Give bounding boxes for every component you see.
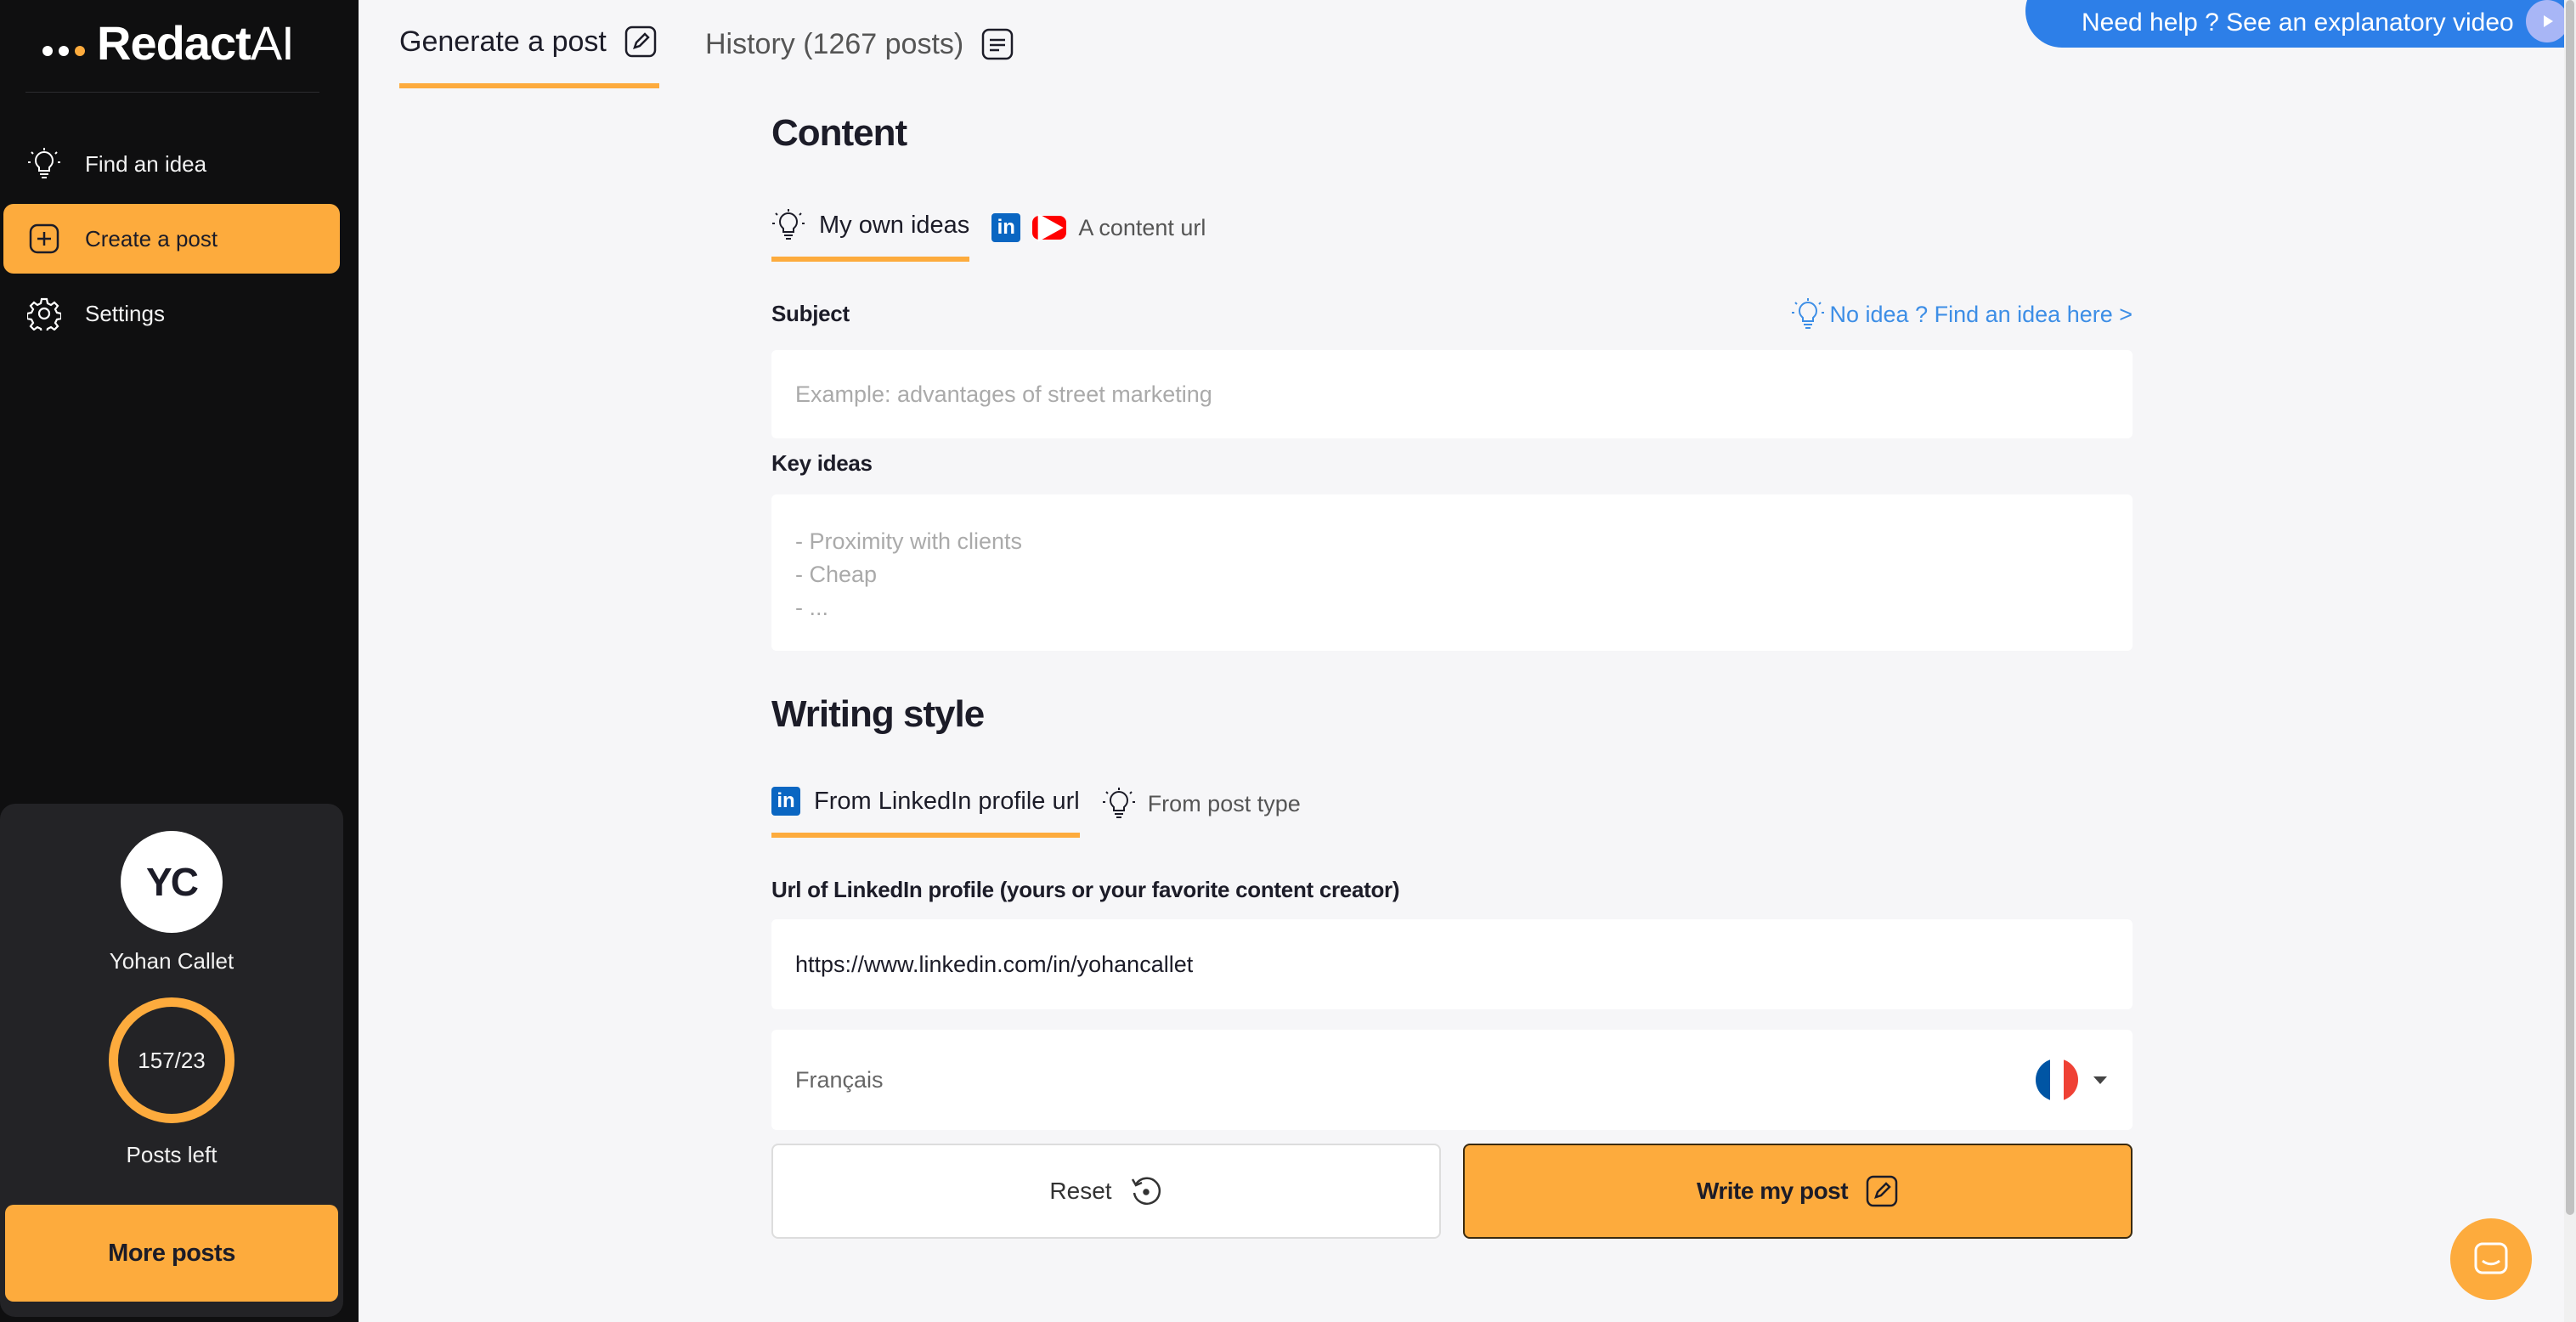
linkedin-icon: in: [991, 213, 1021, 242]
plus-square-icon: [29, 223, 59, 254]
reset-button[interactable]: Reset: [771, 1144, 1441, 1239]
tab-linkedin-profile-url[interactable]: in From LinkedIn profile url: [771, 770, 1080, 838]
find-idea-link-label: No idea ? Find an idea here >: [1829, 301, 2133, 327]
scrollbar-thumb[interactable]: [2566, 0, 2574, 1215]
divider: [25, 92, 319, 93]
content-title: Content: [771, 112, 907, 154]
sidebar-item-label: Create a post: [85, 225, 218, 251]
tab-label: From LinkedIn profile url: [814, 787, 1080, 815]
avatar[interactable]: YC: [121, 831, 223, 933]
tab-label: History (1267 posts): [705, 27, 964, 60]
find-idea-link[interactable]: No idea ? Find an idea here >: [1791, 297, 2133, 331]
lightbulb-icon: [1102, 788, 1135, 818]
list-icon: [981, 28, 1014, 60]
youtube-icon: [1032, 213, 1067, 242]
sidebar-nav: Find an idea Create a post Settings: [3, 129, 340, 353]
write-label: Write my post: [1696, 1178, 1849, 1204]
key-ideas-placeholder-line: - Cheap: [795, 562, 878, 587]
profile-url-value: https://www.linkedin.com/in/yohancallet: [795, 951, 1194, 977]
writing-style-tabs: in From LinkedIn profile url From post t…: [771, 770, 1301, 838]
lightbulb-icon: [1791, 298, 1824, 329]
help-label: Need help ? See an explanatory video: [2082, 8, 2514, 37]
key-ideas-label: Key ideas: [771, 450, 873, 476]
sidebar-item-label: Settings: [85, 300, 165, 326]
sidebar: RedactAI Find an idea Create a post Sett…: [0, 0, 359, 1322]
profile-url-input[interactable]: https://www.linkedin.com/in/yohancallet: [771, 919, 2133, 1009]
edit-icon: [624, 25, 657, 58]
subject-input[interactable]: Example: advantages of street marketing: [771, 350, 2133, 438]
language-selected: Français: [795, 1066, 884, 1093]
lightbulb-icon: [772, 209, 805, 240]
play-icon: [2525, 0, 2568, 42]
chat-support-button[interactable]: [2450, 1218, 2532, 1300]
tab-label: A content url: [1078, 214, 1206, 240]
key-ideas-placeholder-line: - ...: [795, 595, 828, 620]
tab-label: My own ideas: [819, 211, 970, 239]
sidebar-item-create-post[interactable]: Create a post: [3, 204, 340, 274]
subject-label: Subject: [771, 301, 850, 326]
sidebar-item-find-idea[interactable]: Find an idea: [3, 129, 340, 199]
subject-placeholder: Example: advantages of street marketing: [795, 381, 1212, 407]
tab-history[interactable]: History (1267 posts): [705, 0, 1014, 88]
tab-post-type[interactable]: From post type: [1102, 770, 1301, 838]
edit-icon: [1866, 1175, 1898, 1207]
logo-text: RedactAI: [97, 15, 295, 70]
tab-label: From post type: [1147, 790, 1301, 816]
key-ideas-placeholder-line: - Proximity with clients: [795, 528, 1023, 554]
help-video-button[interactable]: Need help ? See an explanatory video: [2025, 0, 2569, 48]
linkedin-icon: in: [771, 787, 800, 816]
more-posts-button[interactable]: More posts: [5, 1205, 338, 1302]
posts-counter: 157/23: [138, 1047, 206, 1073]
content-tabs: My own ideas in A content url: [771, 194, 1206, 262]
reset-icon: [1131, 1177, 1161, 1205]
tab-generate-post[interactable]: Generate a post: [399, 0, 659, 88]
sidebar-item-label: Find an idea: [85, 150, 207, 177]
logo-dots-icon: [42, 25, 85, 59]
write-post-button[interactable]: Write my post: [1463, 1144, 2133, 1239]
profile-url-label: Url of LinkedIn profile (yours or your f…: [771, 877, 1400, 902]
sidebar-item-settings[interactable]: Settings: [3, 279, 340, 348]
posts-left-caption: Posts left: [126, 1142, 217, 1167]
app-logo[interactable]: RedactAI: [42, 15, 295, 70]
posts-counter-ring: 157/23: [109, 997, 234, 1123]
reset-label: Reset: [1049, 1178, 1112, 1204]
tab-content-url[interactable]: in A content url: [991, 194, 1206, 262]
tab-label: Generate a post: [399, 25, 607, 58]
chevron-down-icon: [2093, 1076, 2107, 1084]
fr-flag-icon: [2036, 1059, 2078, 1101]
lightbulb-icon: [28, 148, 60, 178]
user-card: YC Yohan Callet 157/23 Posts left More p…: [0, 804, 343, 1317]
key-ideas-textarea[interactable]: - Proximity with clients - Cheap - ...: [771, 494, 2133, 651]
writing-style-title: Writing style: [771, 693, 985, 735]
tab-my-own-ideas[interactable]: My own ideas: [771, 194, 970, 262]
chat-icon: [2474, 1242, 2508, 1274]
language-select[interactable]: Français: [771, 1030, 2133, 1130]
gear-icon: [27, 297, 61, 330]
user-name: Yohan Callet: [109, 948, 234, 974]
